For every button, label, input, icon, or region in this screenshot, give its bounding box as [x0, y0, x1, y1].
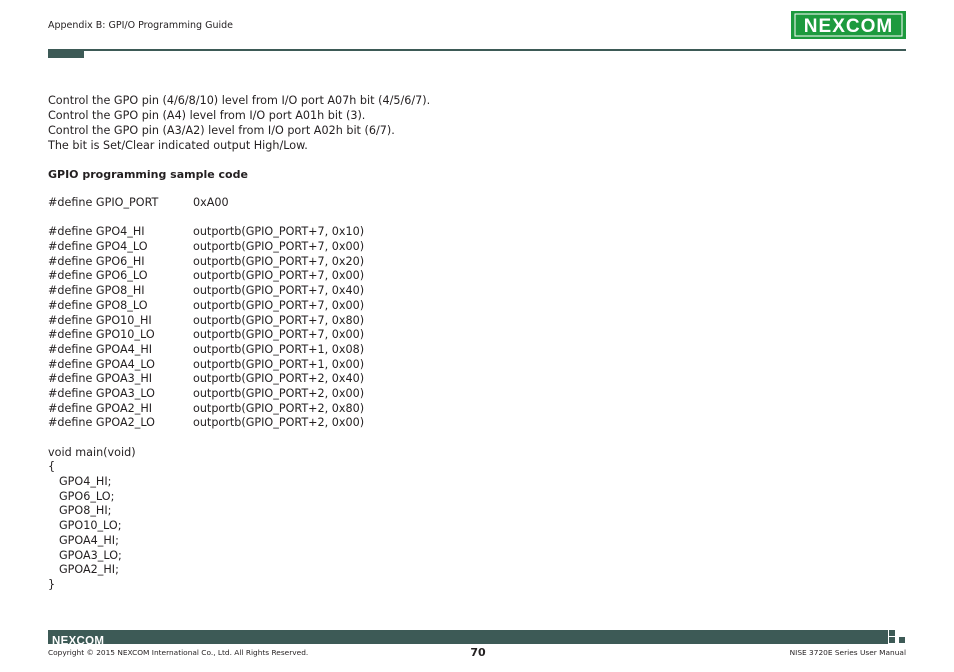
code-statement: GPOA2_HI; — [59, 563, 119, 577]
define-name: #define GPOA3_LO — [48, 386, 155, 400]
define-row: #define GPO6_LO outportb(GPIO_PORT+7, 0x0… — [48, 269, 388, 284]
define-value: outportb(GPIO_PORT+1, 0x00) — [193, 357, 365, 371]
code-statement: GPOA4_HI; — [59, 533, 119, 547]
define-name: #define GPOA2_LO — [48, 416, 155, 430]
code-statement: GPO10_LO; — [59, 519, 122, 533]
intro-line: Control the GPO pin (A4) level from I/O … — [48, 109, 366, 122]
define-row: #define GPOA3_LO outportb(GPIO_PORT+2, 0x… — [48, 387, 388, 402]
define-name: #define GPO8_HI — [48, 284, 145, 298]
page-number: 70 — [470, 646, 486, 659]
define-name: #define GPIO_PORT — [48, 196, 159, 209]
define-name: #define GPOA3_HI — [48, 372, 153, 386]
define-name: #define GPO6_HI — [48, 254, 145, 268]
code-statement: GPO4_HI; — [59, 475, 112, 489]
define-value: outportb(GPIO_PORT+7, 0x20) — [193, 254, 365, 268]
define-row: #define GPO6_HI outportb(GPIO_PORT+7, 0x2… — [48, 255, 388, 270]
nexcom-logo: NEXCOM — [791, 11, 906, 39]
open-brace: { — [48, 460, 56, 474]
intro-line: Control the GPO pin (A3/A2) level from I… — [48, 124, 395, 137]
define-value: outportb(GPIO_PORT+7, 0x10) — [193, 225, 365, 239]
define-value: outportb(GPIO_PORT+7, 0x00) — [193, 298, 365, 312]
define-row: #define GPOA2_LO outportb(GPIO_PORT+2, 0x… — [48, 416, 388, 431]
define-row: #define GPO10_LO outportb(GPIO_PORT+7, 0x… — [48, 328, 388, 343]
define-value: outportb(GPIO_PORT+7, 0x00) — [193, 328, 365, 342]
sample-code-heading: GPIO programming sample code — [48, 168, 248, 181]
define-row: #define GPO8_LO outportb(GPIO_PORT+7, 0x0… — [48, 299, 388, 314]
footer-logo-text: NEXCOM — [52, 636, 104, 647]
define-name: #define GPOA4_HI — [48, 342, 153, 356]
define-row: #define GPOA3_HI outportb(GPIO_PORT+2, 0x… — [48, 372, 388, 387]
intro-line: The bit is Set/Clear indicated output Hi… — [48, 139, 308, 152]
define-row: #define GPO8_HI outportb(GPIO_PORT+7, 0x4… — [48, 284, 388, 299]
code-block: #define GPIO_PORT 0xA00 #define GPO4_HIo… — [48, 196, 388, 593]
intro-text: Control the GPO pin (4/6/8/10) level fro… — [48, 93, 430, 153]
header-tab — [48, 49, 84, 58]
define-name: #define GPO6_LO — [48, 269, 148, 283]
define-name: #define GPOA4_LO — [48, 357, 155, 371]
section-title: Appendix B: GPI/O Programming Guide — [48, 20, 234, 31]
code-statement: GPO6_LO; — [59, 489, 115, 503]
define-value: outportb(GPIO_PORT+2, 0x00) — [193, 386, 365, 400]
footer-nexcom-logo: NEXCOM — [52, 631, 108, 648]
footer-squares-icon — [889, 630, 906, 644]
define-name: #define GPO4_LO — [48, 240, 148, 254]
intro-line: Control the GPO pin (4/6/8/10) level fro… — [48, 94, 431, 107]
define-name: #define GPO4_HI — [48, 225, 145, 239]
copyright-text: Copyright © 2015 NEXCOM International Co… — [48, 648, 309, 657]
define-row: #define GPOA4_LO outportb(GPIO_PORT+1, 0x… — [48, 358, 388, 373]
define-value: outportb(GPIO_PORT+1, 0x08) — [193, 342, 365, 356]
define-name: #define GPO8_LO — [48, 298, 148, 312]
define-value: 0xA00 — [193, 196, 229, 209]
define-row: #define GPIO_PORT 0xA00 — [48, 196, 388, 211]
define-row: #define GPOA2_HI outportb(GPIO_PORT+2, 0x… — [48, 402, 388, 417]
footer-bar — [48, 630, 888, 644]
close-brace: } — [48, 577, 56, 591]
code-statement: GPO8_HI; — [59, 504, 112, 518]
logo-text: NEXCOM — [804, 16, 893, 37]
define-value: outportb(GPIO_PORT+2, 0x40) — [193, 372, 365, 386]
define-row: #define GPO4_HI outportb(GPIO_PORT+7, 0x1… — [48, 225, 388, 240]
manual-title: NISE 3720E Series User Manual — [789, 648, 906, 657]
define-value: outportb(GPIO_PORT+2, 0x80) — [193, 401, 365, 415]
define-name: #define GPO10_HI — [48, 313, 152, 327]
main-signature: void main(void) — [48, 445, 136, 459]
define-value: outportb(GPIO_PORT+2, 0x00) — [193, 416, 365, 430]
define-value: outportb(GPIO_PORT+7, 0x00) — [193, 240, 365, 254]
define-value: outportb(GPIO_PORT+7, 0x00) — [193, 269, 365, 283]
define-row: #define GPOA4_HI outportb(GPIO_PORT+1, 0x… — [48, 343, 388, 358]
define-row: #define GPO4_LO outportb(GPIO_PORT+7, 0x0… — [48, 240, 388, 255]
define-row: #define GPO10_HI outportb(GPIO_PORT+7, 0x… — [48, 314, 388, 329]
define-value: outportb(GPIO_PORT+7, 0x80) — [193, 313, 365, 327]
code-statement: GPOA3_LO; — [59, 548, 122, 562]
define-value: outportb(GPIO_PORT+7, 0x40) — [193, 284, 365, 298]
define-name: #define GPOA2_HI — [48, 401, 153, 415]
define-name: #define GPO10_LO — [48, 328, 155, 342]
header-rule — [48, 49, 906, 51]
